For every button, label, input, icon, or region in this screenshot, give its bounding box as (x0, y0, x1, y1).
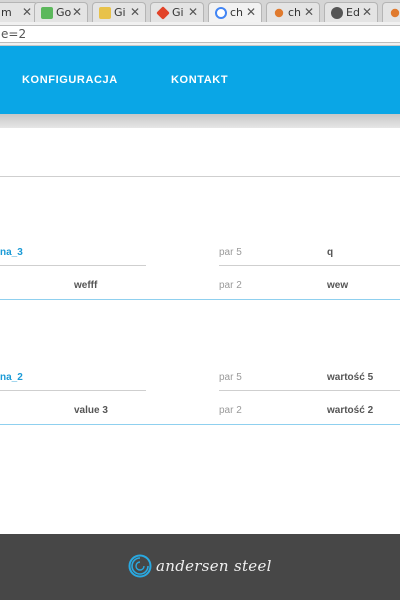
close-icon[interactable]: ✕ (188, 5, 198, 19)
git-icon (156, 6, 170, 20)
tab-title: ch (288, 6, 302, 19)
close-icon[interactable]: ✕ (362, 5, 372, 19)
config-card: na_3 wefff par 5 q par 2 wew (0, 247, 400, 317)
google-icon (215, 7, 227, 19)
browser-address-bar: e=2 (0, 22, 400, 46)
close-icon[interactable]: ✕ (246, 5, 256, 19)
divider (0, 265, 146, 266)
card-divider (0, 424, 400, 425)
param-key: par 2 (219, 405, 242, 416)
param-key: par 5 (219, 372, 242, 383)
card-divider (0, 299, 400, 300)
browser-tab[interactable]: ch ✕ (266, 2, 320, 22)
param-value: wew (327, 280, 349, 291)
browser-tab[interactable]: Ed ✕ (324, 2, 378, 22)
card-title-link[interactable]: na_2 (0, 372, 23, 383)
cloud-icon (331, 7, 343, 19)
nav-item-kontakt[interactable]: KONTAKT (171, 74, 228, 86)
nav-shadow-strip (0, 114, 400, 128)
divider (219, 390, 400, 391)
site-nav-bar: KONFIGURACJA KONTAKT (0, 46, 400, 114)
browser-tab[interactable]: ch ✕ (208, 2, 262, 22)
config-card: na_2 value 3 par 5 wartość 5 par 2 warto… (0, 372, 400, 442)
divider (0, 176, 400, 177)
tab-title: Go (56, 6, 72, 19)
site-footer: andersen steel (0, 534, 400, 600)
divider (0, 390, 146, 391)
param-value: wartość 5 (327, 372, 374, 383)
param-key: par 2 (219, 280, 242, 291)
divider (219, 265, 400, 266)
brand-name: andersen steel (156, 557, 272, 575)
url-input[interactable]: e=2 (0, 25, 400, 43)
tab-favicon-icon (41, 7, 53, 19)
nav-item-konfiguracja[interactable]: KONFIGURACJA (22, 74, 118, 86)
tab-title: ch (230, 6, 244, 19)
card-value: wefff (74, 280, 98, 291)
close-icon[interactable]: ✕ (22, 5, 32, 19)
spiral-logo-icon (128, 554, 152, 578)
browser-tab[interactable]: m ✕ (0, 2, 38, 22)
close-icon[interactable]: ✕ (72, 5, 82, 19)
browser-tab[interactable]: Gi ✕ (92, 2, 146, 22)
browser-tab[interactable]: Gi ✕ (150, 2, 204, 22)
close-icon[interactable]: ✕ (304, 5, 314, 19)
browser-tab[interactable]: Go ✕ (34, 2, 88, 22)
tab-title: Gi (172, 6, 184, 19)
card-value: value 3 (74, 405, 108, 416)
card-title-link[interactable]: na_3 (0, 247, 23, 258)
tab-favicon-icon (99, 7, 111, 19)
tab-title: Gi (114, 6, 126, 19)
param-key: par 5 (219, 247, 242, 258)
param-value: wartość 2 (327, 405, 374, 416)
browser-tab[interactable] (382, 2, 400, 22)
param-value: q (327, 247, 334, 258)
tab-favicon-icon (390, 8, 400, 18)
tab-favicon-icon (274, 8, 284, 18)
browser-tab-strip: m ✕ Go ✕ Gi ✕ Gi ✕ ch ✕ ch ✕ Ed ✕ (0, 0, 400, 22)
tab-title: m (1, 6, 12, 19)
tab-title: Ed (346, 6, 360, 19)
close-icon[interactable]: ✕ (130, 5, 140, 19)
